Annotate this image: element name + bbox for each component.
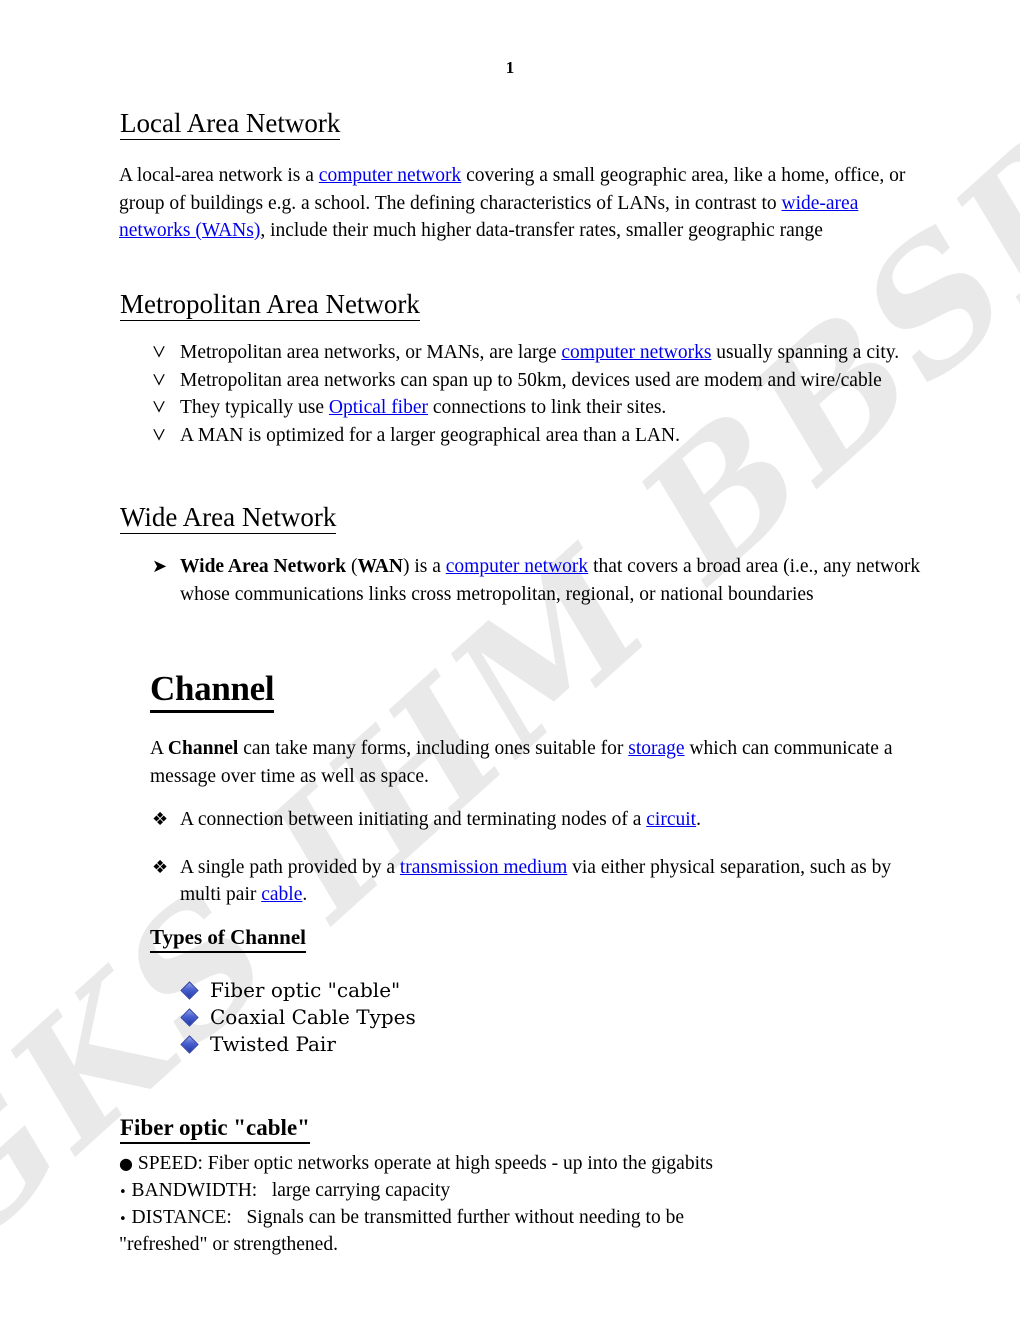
- wingding-down-arrow-icon: [152, 422, 180, 450]
- fiber-line-speed: ● SPEED: Fiber optic networks operate at…: [119, 1150, 713, 1177]
- channel-item0-pre: A connection between initiating and term…: [180, 809, 647, 830]
- wan-mid-2: ) is a: [402, 556, 446, 577]
- list-item: ➤ Wide Area Network (WAN) is a computer …: [152, 553, 927, 608]
- list-item-text: A single path provided by a transmission…: [180, 854, 912, 909]
- list-item: Metropolitan area networks can span up t…: [152, 367, 912, 395]
- list-item: Twisted Pair: [180, 1031, 416, 1058]
- list-item-text: Twisted Pair: [210, 1032, 336, 1056]
- wingding-down-arrow-icon: [152, 339, 180, 367]
- heading-wide-area-network: Wide Area Network: [120, 502, 337, 534]
- link-computer-networks-man[interactable]: computer networks: [561, 342, 711, 363]
- link-cable[interactable]: cable: [261, 884, 302, 905]
- list-item: Fiber optic "cable": [180, 977, 416, 1004]
- lan-text-1: A local-area network is a: [119, 165, 319, 186]
- man-item2-pre: They typically use: [180, 397, 329, 418]
- fiber-line-bandwidth-text: BANDWIDTH: large carrying capacity: [131, 1180, 451, 1201]
- lan-text-3: , include their much higher data-transfe…: [260, 220, 823, 241]
- channel-text-2: can take many forms, including ones suit…: [238, 738, 629, 759]
- list-item-text: A connection between initiating and term…: [180, 806, 912, 834]
- heading-local-area-network-text: Local Area Network: [120, 108, 341, 140]
- document-page: GKS IHM BBSR 1 Local Area Network A loca…: [0, 0, 1020, 1320]
- list-item-text: Fiber optic "cable": [210, 978, 401, 1002]
- list-wan: ➤ Wide Area Network (WAN) is a computer …: [152, 553, 927, 608]
- wingding-down-arrow-icon: [152, 394, 180, 422]
- fiber-line-speed-text: SPEED: Fiber optic networks operate at h…: [137, 1153, 713, 1174]
- list-item-text: Wide Area Network (WAN) is a computer ne…: [180, 553, 927, 608]
- paragraph-channel: A Channel can take many forms, including…: [150, 735, 895, 790]
- heading-local-area-network: Local Area Network: [120, 108, 341, 140]
- man-item0-post: usually spanning a city.: [711, 342, 900, 363]
- list-item: ❖ A connection between initiating and te…: [152, 806, 912, 834]
- wingding-down-arrow-icon: [152, 367, 180, 395]
- bullet-dot-icon: •: [119, 1185, 127, 1200]
- list-item: Metropolitan area networks, or MANs, are…: [152, 339, 912, 367]
- heading-types-of-channel: Types of Channel: [150, 925, 306, 953]
- channel-item1-post: .: [302, 884, 308, 905]
- fiber-line-continuation: "refreshed" or strengthened.: [119, 1234, 338, 1255]
- bullet-dot-icon: ●: [119, 1154, 133, 1173]
- list-item: Coaxial Cable Types: [180, 1004, 416, 1031]
- channel-bold: Channel: [167, 738, 239, 759]
- heading-types-of-channel-text: Types of Channel: [150, 925, 306, 953]
- channel-item1-pre: A single path provided by a: [180, 856, 400, 878]
- list-channel: ❖ A connection between initiating and te…: [152, 806, 912, 909]
- heading-metropolitan-area-network-text: Metropolitan Area Network: [120, 289, 420, 321]
- list-item-text: They typically use Optical fiber connect…: [180, 394, 912, 422]
- heading-channel-text: Channel: [150, 669, 275, 713]
- man-item2-post: connections to link their sites.: [428, 397, 667, 418]
- list-item: They typically use Optical fiber connect…: [152, 394, 912, 422]
- channel-text-1: A: [150, 738, 168, 759]
- link-circuit[interactable]: circuit: [646, 809, 696, 830]
- heading-wide-area-network-text: Wide Area Network: [120, 502, 337, 534]
- fiber-line-bandwidth: • BANDWIDTH: large carrying capacity: [119, 1177, 450, 1206]
- diamond-bullet-icon: [180, 1035, 210, 1054]
- wan-bold-2: WAN: [357, 556, 403, 577]
- arrowhead-right-icon: ➤: [152, 556, 168, 577]
- link-computer-network-lan[interactable]: computer network: [319, 165, 461, 186]
- channel-item0-post: .: [696, 809, 701, 830]
- fiber-line-distance: • DISTANCE: Signals can be transmitted f…: [119, 1204, 684, 1233]
- page-number: 1: [505, 58, 515, 77]
- link-optical-fiber[interactable]: Optical fiber: [329, 397, 428, 418]
- heading-channel: Channel: [150, 669, 275, 713]
- heading-metropolitan-area-network: Metropolitan Area Network: [120, 289, 420, 321]
- wan-mid-1: (: [346, 556, 358, 577]
- heading-fiber-optic-cable: Fiber optic "cable": [120, 1115, 310, 1144]
- list-item-text: Metropolitan area networks, or MANs, are…: [180, 339, 912, 367]
- man-item0-pre: Metropolitan area networks, or MANs, are…: [180, 342, 562, 363]
- wan-bold-1: Wide Area Network: [180, 556, 347, 577]
- flower-diamond-icon: ❖: [152, 856, 169, 878]
- heading-fiber-optic-cable-text: Fiber optic "cable": [120, 1115, 310, 1144]
- list-man: Metropolitan area networks, or MANs, are…: [152, 339, 912, 449]
- bullet-dot-icon: •: [119, 1212, 127, 1227]
- diamond-bullet-icon: [180, 1008, 210, 1027]
- paragraph-lan: A local-area network is a computer netwo…: [119, 162, 909, 245]
- link-storage[interactable]: storage: [628, 738, 684, 759]
- diamond-bullet-icon: [180, 981, 210, 1000]
- link-computer-network-wan[interactable]: computer network: [446, 556, 588, 577]
- list-item-text: A MAN is optimized for a larger geograph…: [180, 424, 680, 446]
- list-item-text: Coaxial Cable Types: [210, 1005, 416, 1029]
- list-item-text: Metropolitan area networks can span up t…: [180, 369, 882, 391]
- list-item: A MAN is optimized for a larger geograph…: [152, 422, 912, 450]
- link-transmission-medium[interactable]: transmission medium: [400, 857, 567, 878]
- list-item: ❖ A single path provided by a transmissi…: [152, 854, 912, 909]
- fiber-line-distance-text: DISTANCE: Signals can be transmitted fur…: [131, 1207, 685, 1228]
- list-channel-types: Fiber optic "cable" Coaxial Cable Types …: [180, 977, 416, 1058]
- flower-diamond-icon: ❖: [152, 809, 169, 830]
